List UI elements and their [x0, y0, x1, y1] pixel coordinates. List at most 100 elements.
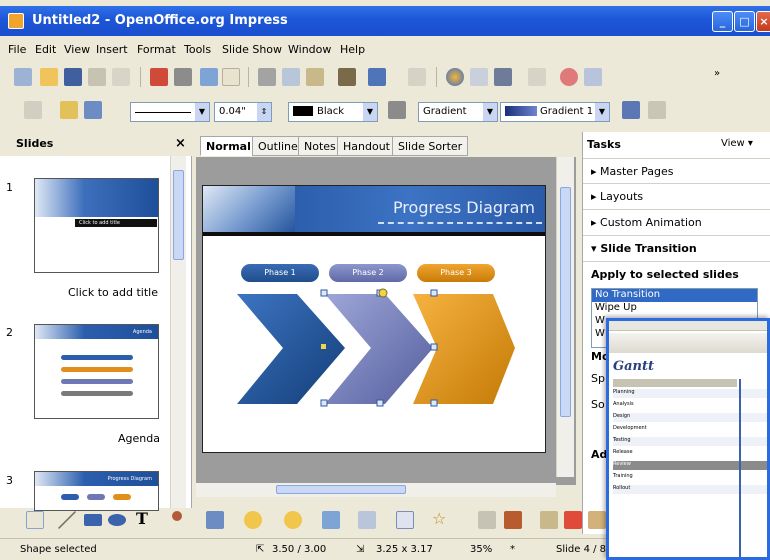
- curve-icon[interactable]: [172, 511, 182, 521]
- line-style-icon[interactable]: [60, 101, 78, 119]
- selection-handle[interactable]: [376, 399, 384, 407]
- selection-handle[interactable]: [320, 399, 328, 407]
- scroll-thumb[interactable]: [560, 187, 571, 417]
- print-icon[interactable]: [174, 68, 192, 86]
- transition-item[interactable]: Wipe Up: [592, 302, 757, 315]
- glue-point[interactable]: [321, 344, 326, 349]
- area-icon[interactable]: [388, 101, 406, 119]
- fontwork-icon[interactable]: [540, 511, 558, 529]
- selection-handle[interactable]: [430, 343, 438, 351]
- menu-view[interactable]: View: [64, 43, 90, 56]
- slides-scrollbar[interactable]: [170, 156, 186, 508]
- select-arrow-icon[interactable]: [24, 101, 42, 119]
- display-grid-icon[interactable]: [494, 68, 512, 86]
- navigator-icon[interactable]: [528, 68, 546, 86]
- symbol-shapes-icon[interactable]: [284, 511, 302, 529]
- undo-icon[interactable]: [368, 68, 386, 86]
- selection-handle[interactable]: [320, 289, 328, 297]
- chevron-down-icon: ▼: [595, 103, 609, 121]
- gantt-window-overlay[interactable]: Gantt Planning Analysis Design Developme…: [606, 318, 770, 560]
- select-icon[interactable]: [26, 511, 44, 529]
- menu-tools[interactable]: Tools: [184, 43, 211, 56]
- email-icon[interactable]: [88, 68, 106, 86]
- export-pdf-icon[interactable]: [150, 68, 168, 86]
- ellipse-icon[interactable]: [108, 514, 126, 526]
- text-icon[interactable]: T: [136, 509, 154, 528]
- area-style-select[interactable]: Gradient ▼: [418, 102, 498, 122]
- line-style-select[interactable]: ▼: [130, 102, 210, 122]
- current-slide[interactable]: Progress Diagram Phase 1 Phase 2 Phase 3: [202, 185, 546, 453]
- status-zoom[interactable]: 35%: [470, 544, 492, 555]
- rectangle-icon[interactable]: [84, 514, 102, 526]
- toolbar-overflow-icon[interactable]: »: [714, 68, 732, 86]
- redo-icon[interactable]: [408, 68, 426, 86]
- section-master-pages[interactable]: ▸ Master Pages: [583, 158, 770, 184]
- section-layouts[interactable]: ▸ Layouts: [583, 184, 770, 210]
- maximize-button[interactable]: □: [734, 11, 755, 32]
- line-arrow-icon[interactable]: [648, 101, 666, 119]
- section-custom-animation[interactable]: ▸ Custom Animation: [583, 210, 770, 236]
- tasks-panel-title: Tasks: [587, 138, 621, 151]
- flowchart-icon[interactable]: [358, 511, 376, 529]
- gallery-icon[interactable]: [560, 68, 578, 86]
- canvas-horizontal-scrollbar[interactable]: [196, 483, 556, 497]
- paste-icon[interactable]: [306, 68, 324, 86]
- menu-help[interactable]: Help: [340, 43, 365, 56]
- transition-item[interactable]: No Transition: [592, 289, 757, 302]
- points-icon[interactable]: [478, 511, 496, 529]
- tab-slide-sorter[interactable]: Slide Sorter: [392, 136, 469, 156]
- selection-handle[interactable]: [430, 289, 438, 297]
- selection-handle[interactable]: [430, 399, 438, 407]
- cut-icon[interactable]: [258, 68, 276, 86]
- stars-icon[interactable]: ☆: [432, 509, 450, 528]
- scroll-thumb[interactable]: [173, 170, 184, 260]
- format-paintbrush-icon[interactable]: [338, 68, 356, 86]
- line-width-field[interactable]: 0.04" ⇕: [214, 102, 272, 122]
- from-file-icon[interactable]: [564, 511, 582, 529]
- spin-icon: ⇕: [257, 103, 271, 121]
- menu-insert[interactable]: Insert: [96, 43, 128, 56]
- copy-icon[interactable]: [282, 68, 300, 86]
- new-icon[interactable]: [14, 68, 32, 86]
- connector-icon[interactable]: [206, 511, 224, 529]
- section-slide-transition[interactable]: ▾ Slide Transition: [583, 236, 770, 262]
- tab-handout[interactable]: Handout: [337, 136, 396, 156]
- slide-thumbnail-3[interactable]: Progress Diagram: [34, 471, 159, 511]
- menu-window[interactable]: Window: [288, 43, 331, 56]
- glue-points-icon[interactable]: [504, 511, 522, 529]
- scroll-thumb[interactable]: [276, 485, 406, 494]
- menu-format[interactable]: Format: [137, 43, 176, 56]
- open-icon[interactable]: [40, 68, 58, 86]
- slide-thumbnail-1[interactable]: Click to add title: [34, 178, 159, 273]
- line-icon[interactable]: [58, 511, 76, 529]
- close-button[interactable]: ×: [756, 11, 770, 32]
- menu-file[interactable]: File: [8, 43, 26, 56]
- menu-slide-show[interactable]: Slide Show: [222, 43, 282, 56]
- minimize-button[interactable]: _: [712, 11, 733, 32]
- chart-icon[interactable]: [446, 68, 464, 86]
- slides-panel-close-icon[interactable]: ×: [175, 136, 186, 151]
- shadow-icon[interactable]: [622, 101, 640, 119]
- chevron-phase-1[interactable]: [237, 294, 345, 404]
- menu-edit[interactable]: Edit: [35, 43, 56, 56]
- tab-outline[interactable]: Outline: [252, 136, 304, 156]
- spellcheck-icon[interactable]: [200, 68, 218, 86]
- save-icon[interactable]: [64, 68, 82, 86]
- autospell-icon[interactable]: [222, 68, 240, 86]
- line-color-select[interactable]: Black ▼: [288, 102, 378, 122]
- tasks-view-menu[interactable]: View ▾: [721, 138, 753, 149]
- table-icon[interactable]: [470, 68, 488, 86]
- zoom-icon[interactable]: [584, 68, 602, 86]
- gallery-icon[interactable]: [588, 511, 606, 529]
- slide-thumbnail-2[interactable]: Agenda: [34, 324, 159, 419]
- tab-normal[interactable]: Normal: [200, 136, 257, 156]
- arrow-style-icon[interactable]: [84, 101, 102, 119]
- callouts-icon[interactable]: [396, 511, 414, 529]
- adjust-handle[interactable]: [378, 288, 388, 298]
- canvas-vertical-scrollbar[interactable]: [556, 157, 574, 477]
- area-fill-select[interactable]: Gradient 1 ▼: [500, 102, 610, 122]
- basic-shapes-icon[interactable]: [244, 511, 262, 529]
- block-arrows-icon[interactable]: [322, 511, 340, 529]
- edit-file-icon[interactable]: [112, 68, 130, 86]
- tab-notes[interactable]: Notes: [298, 136, 342, 156]
